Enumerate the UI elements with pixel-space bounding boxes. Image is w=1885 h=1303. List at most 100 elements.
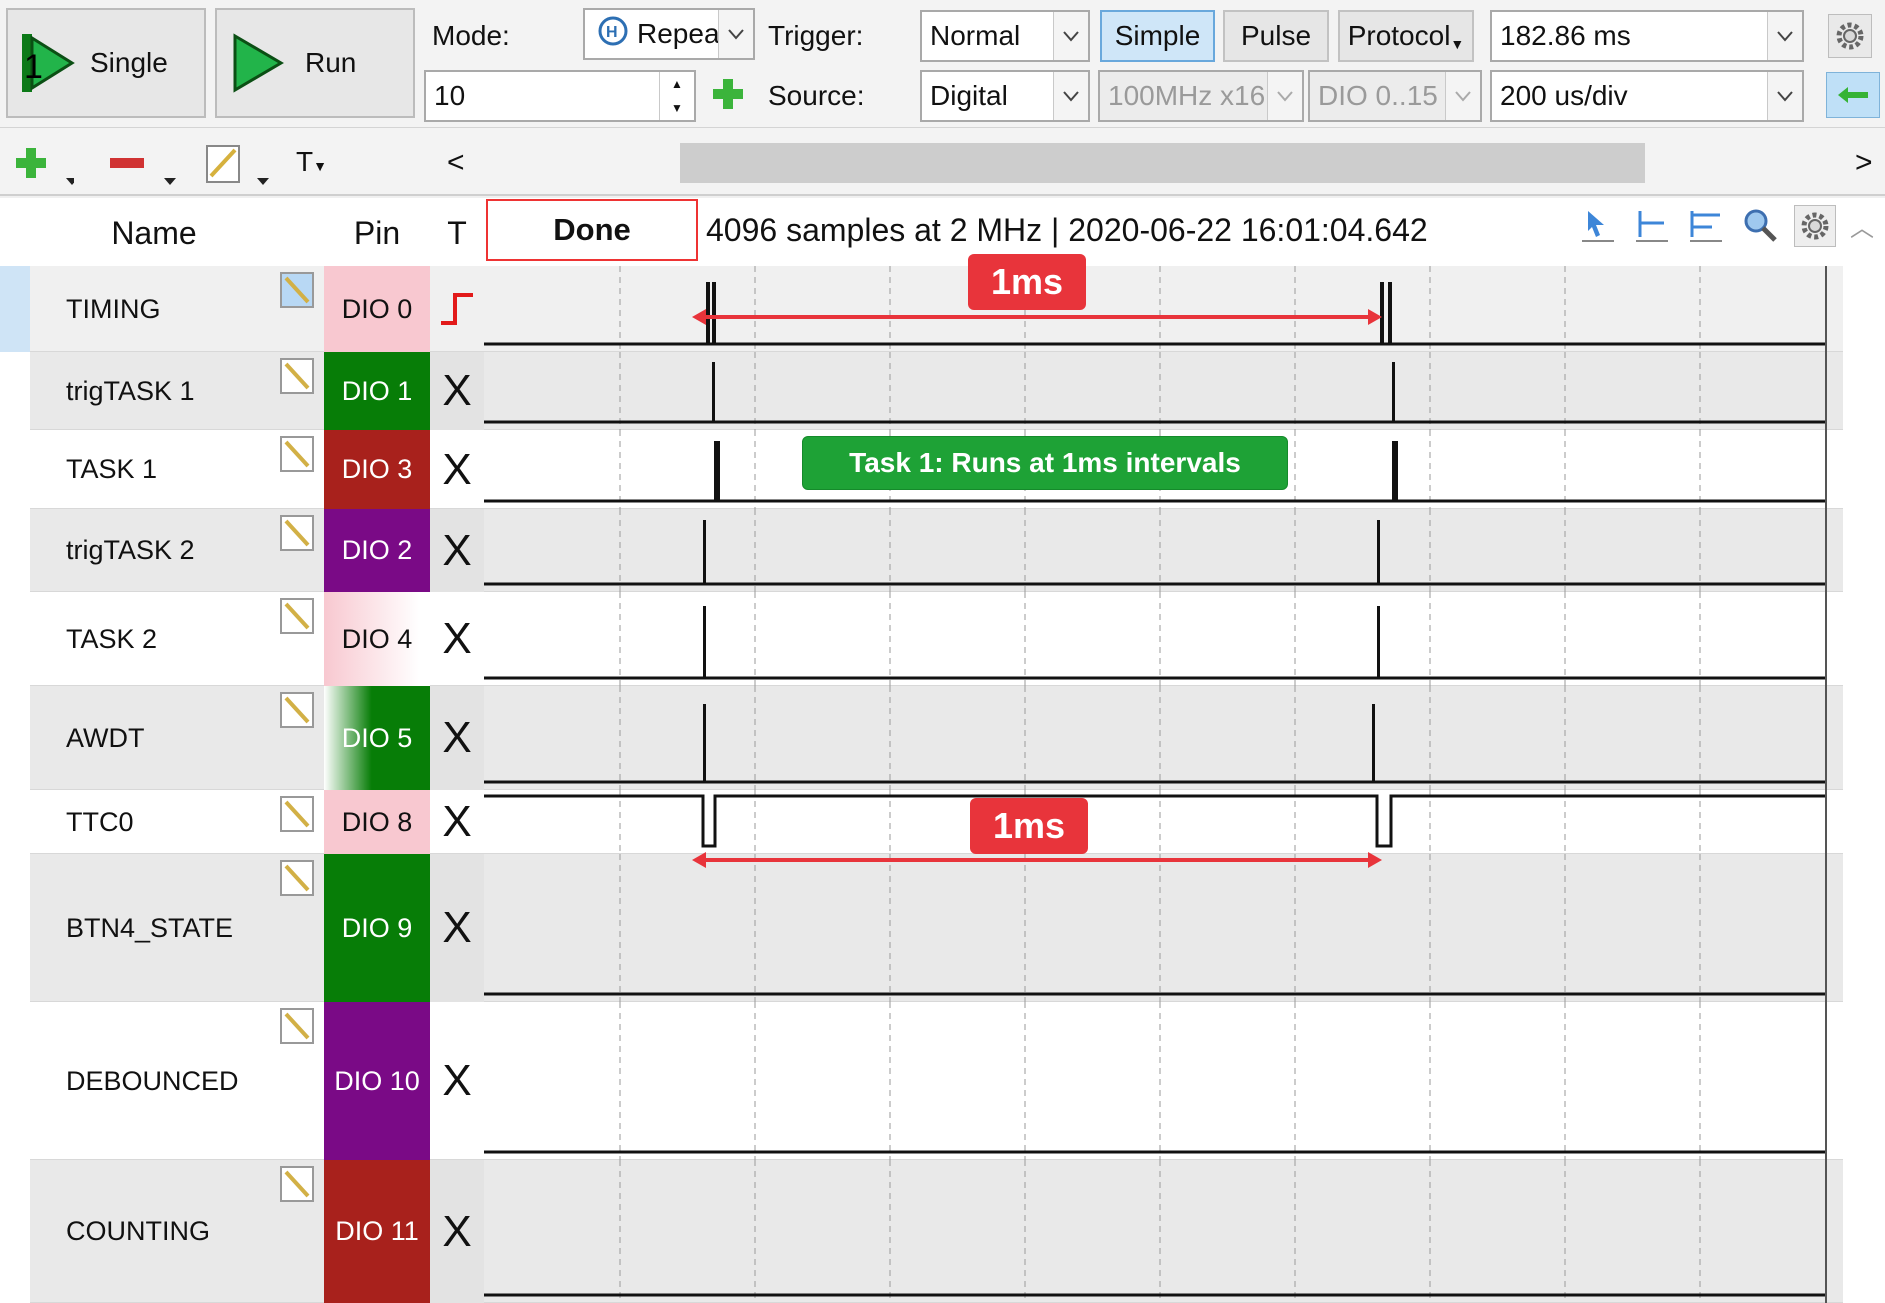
- protocol-button[interactable]: Protocol ▼: [1338, 10, 1474, 62]
- channel-edit-icon[interactable]: [278, 513, 324, 553]
- channel-edit-icon[interactable]: [278, 1006, 324, 1046]
- channel-name[interactable]: trigTASK 1: [30, 352, 278, 430]
- signal-pulse: [1377, 606, 1380, 678]
- pin-column-header[interactable]: Pin: [324, 200, 430, 266]
- channel-pin: DIO 3: [324, 430, 430, 509]
- scroll-right-icon[interactable]: >: [1855, 146, 1873, 180]
- channel-trigger-cell[interactable]: X: [430, 1002, 484, 1160]
- source-select[interactable]: Digital: [920, 70, 1090, 122]
- run-play-icon: [233, 33, 284, 93]
- trigger-position-value: 182.86 ms: [1500, 20, 1631, 51]
- chevron-down-icon[interactable]: [1053, 12, 1088, 60]
- zoom-icon[interactable]: [1740, 205, 1780, 245]
- waveform-7: [484, 790, 1838, 854]
- repeat-icon: H: [597, 15, 629, 54]
- trigger-label: Trigger:: [768, 20, 864, 51]
- remove-channel-icon[interactable]: [106, 146, 186, 191]
- run-label: Run: [305, 47, 357, 78]
- chevron-down-icon[interactable]: [1053, 72, 1088, 120]
- channel-trigger-cell[interactable]: X: [430, 352, 484, 430]
- channel-trigger-cell[interactable]: X: [430, 430, 484, 509]
- channel-name[interactable]: COUNTING: [30, 1160, 278, 1303]
- channel-pin: DIO 9: [324, 854, 430, 1002]
- add-channel-icon[interactable]: [14, 146, 78, 191]
- protocol-label: Protocol: [1347, 20, 1451, 51]
- channel-trigger-cell[interactable]: X: [430, 686, 484, 790]
- align-left-icon[interactable]: [1632, 205, 1672, 245]
- waveform-4: [484, 509, 1838, 592]
- channel-name[interactable]: TTC0: [30, 790, 278, 854]
- rising-edge-icon[interactable]: [430, 266, 484, 352]
- signal-pulse: [1377, 520, 1380, 584]
- gear-icon[interactable]: [1828, 14, 1872, 58]
- channel-edit-icon[interactable]: [278, 1164, 324, 1204]
- channel-pin: DIO 4: [324, 592, 430, 686]
- scroll-left-icon[interactable]: <: [447, 146, 465, 180]
- channel-name[interactable]: AWDT: [30, 686, 278, 790]
- channel-trigger-cell[interactable]: X: [430, 790, 484, 854]
- add-icon[interactable]: [710, 76, 746, 117]
- capture-info: 4096 samples at 2 MHz | 2020-06-22 16:01…: [706, 212, 1428, 248]
- waveform-5: [484, 592, 1838, 686]
- align-lines-icon[interactable]: [1686, 205, 1726, 245]
- waveform-10: [484, 1160, 1838, 1303]
- waveform-6: [484, 686, 1838, 790]
- settings-gear-icon[interactable]: [1794, 205, 1836, 247]
- trigger-select[interactable]: Normal: [920, 10, 1090, 62]
- text-tool-icon[interactable]: T▼: [296, 146, 327, 178]
- channel-trigger-cell[interactable]: X: [430, 509, 484, 592]
- channel-trigger-cell[interactable]: X: [430, 592, 484, 686]
- trigger-column-header[interactable]: T: [430, 200, 484, 266]
- cursor-tool-icon[interactable]: [1578, 205, 1618, 245]
- mode-select[interactable]: H Repeat: [583, 8, 755, 60]
- channel-pin: DIO 1: [324, 352, 430, 430]
- back-arrow-icon[interactable]: [1826, 72, 1880, 118]
- name-column-header[interactable]: Name: [30, 200, 278, 266]
- single-label: Single: [90, 47, 168, 78]
- chevron-down-icon[interactable]: [1767, 12, 1802, 60]
- mode-label: Mode:: [432, 20, 510, 51]
- channel-pin: DIO 8: [324, 790, 430, 854]
- channel-name[interactable]: TIMING: [30, 266, 278, 352]
- stepper-arrows[interactable]: ▲ ▼: [659, 72, 694, 120]
- view-tools: [1578, 205, 1836, 247]
- horizontal-scrollbar-thumb[interactable]: [680, 143, 1645, 183]
- channel-edit-icon[interactable]: [278, 690, 324, 730]
- channel-range-value: DIO 0..15: [1318, 80, 1438, 111]
- interval-label-top: 1ms: [968, 254, 1086, 310]
- signal-pulse: [703, 606, 706, 678]
- source-value: Digital: [930, 80, 1008, 111]
- channel-pin: DIO 5: [324, 686, 430, 790]
- channel-name[interactable]: TASK 1: [30, 430, 278, 509]
- channel-edit-icon[interactable]: [278, 434, 324, 474]
- sample-rate-value: 100MHz x16: [1108, 80, 1266, 111]
- waveform-2: [484, 352, 1838, 430]
- channel-pin: DIO 2: [324, 509, 430, 592]
- edit-channel-icon[interactable]: [205, 144, 285, 193]
- chevron-down-icon[interactable]: [718, 10, 753, 58]
- channel-trigger-cell[interactable]: X: [430, 854, 484, 1002]
- waveform-9: [484, 1002, 1838, 1160]
- trigger-position-select[interactable]: 182.86 ms: [1490, 10, 1804, 62]
- single-button[interactable]: 1 Single: [6, 8, 206, 118]
- channel-trigger-cell[interactable]: X: [430, 1160, 484, 1303]
- channel-edit-icon[interactable]: [278, 270, 324, 310]
- svg-text:1: 1: [24, 48, 43, 86]
- channel-edit-icon[interactable]: [278, 356, 324, 396]
- dropdown-arrow-icon: ▼: [1450, 36, 1465, 52]
- channel-edit-icon[interactable]: [278, 794, 324, 834]
- scroll-up-icon[interactable]: ︿: [1850, 208, 1874, 243]
- channel-name[interactable]: DEBOUNCED: [30, 1002, 278, 1160]
- channel-name[interactable]: TASK 2: [30, 592, 278, 686]
- chevron-down-icon[interactable]: [1767, 72, 1802, 120]
- simple-button[interactable]: Simple: [1100, 10, 1215, 62]
- channel-edit-icon[interactable]: [278, 596, 324, 636]
- signal-pulse: [714, 441, 720, 501]
- time-base-select[interactable]: 200 us/div: [1490, 70, 1804, 122]
- repeat-count-stepper[interactable]: 10 ▲ ▼: [424, 70, 696, 122]
- pulse-button[interactable]: Pulse: [1223, 10, 1329, 62]
- channel-name[interactable]: BTN4_STATE: [30, 854, 278, 1002]
- channel-edit-icon[interactable]: [278, 858, 324, 898]
- run-button[interactable]: Run: [215, 8, 415, 118]
- channel-name[interactable]: trigTASK 2: [30, 509, 278, 592]
